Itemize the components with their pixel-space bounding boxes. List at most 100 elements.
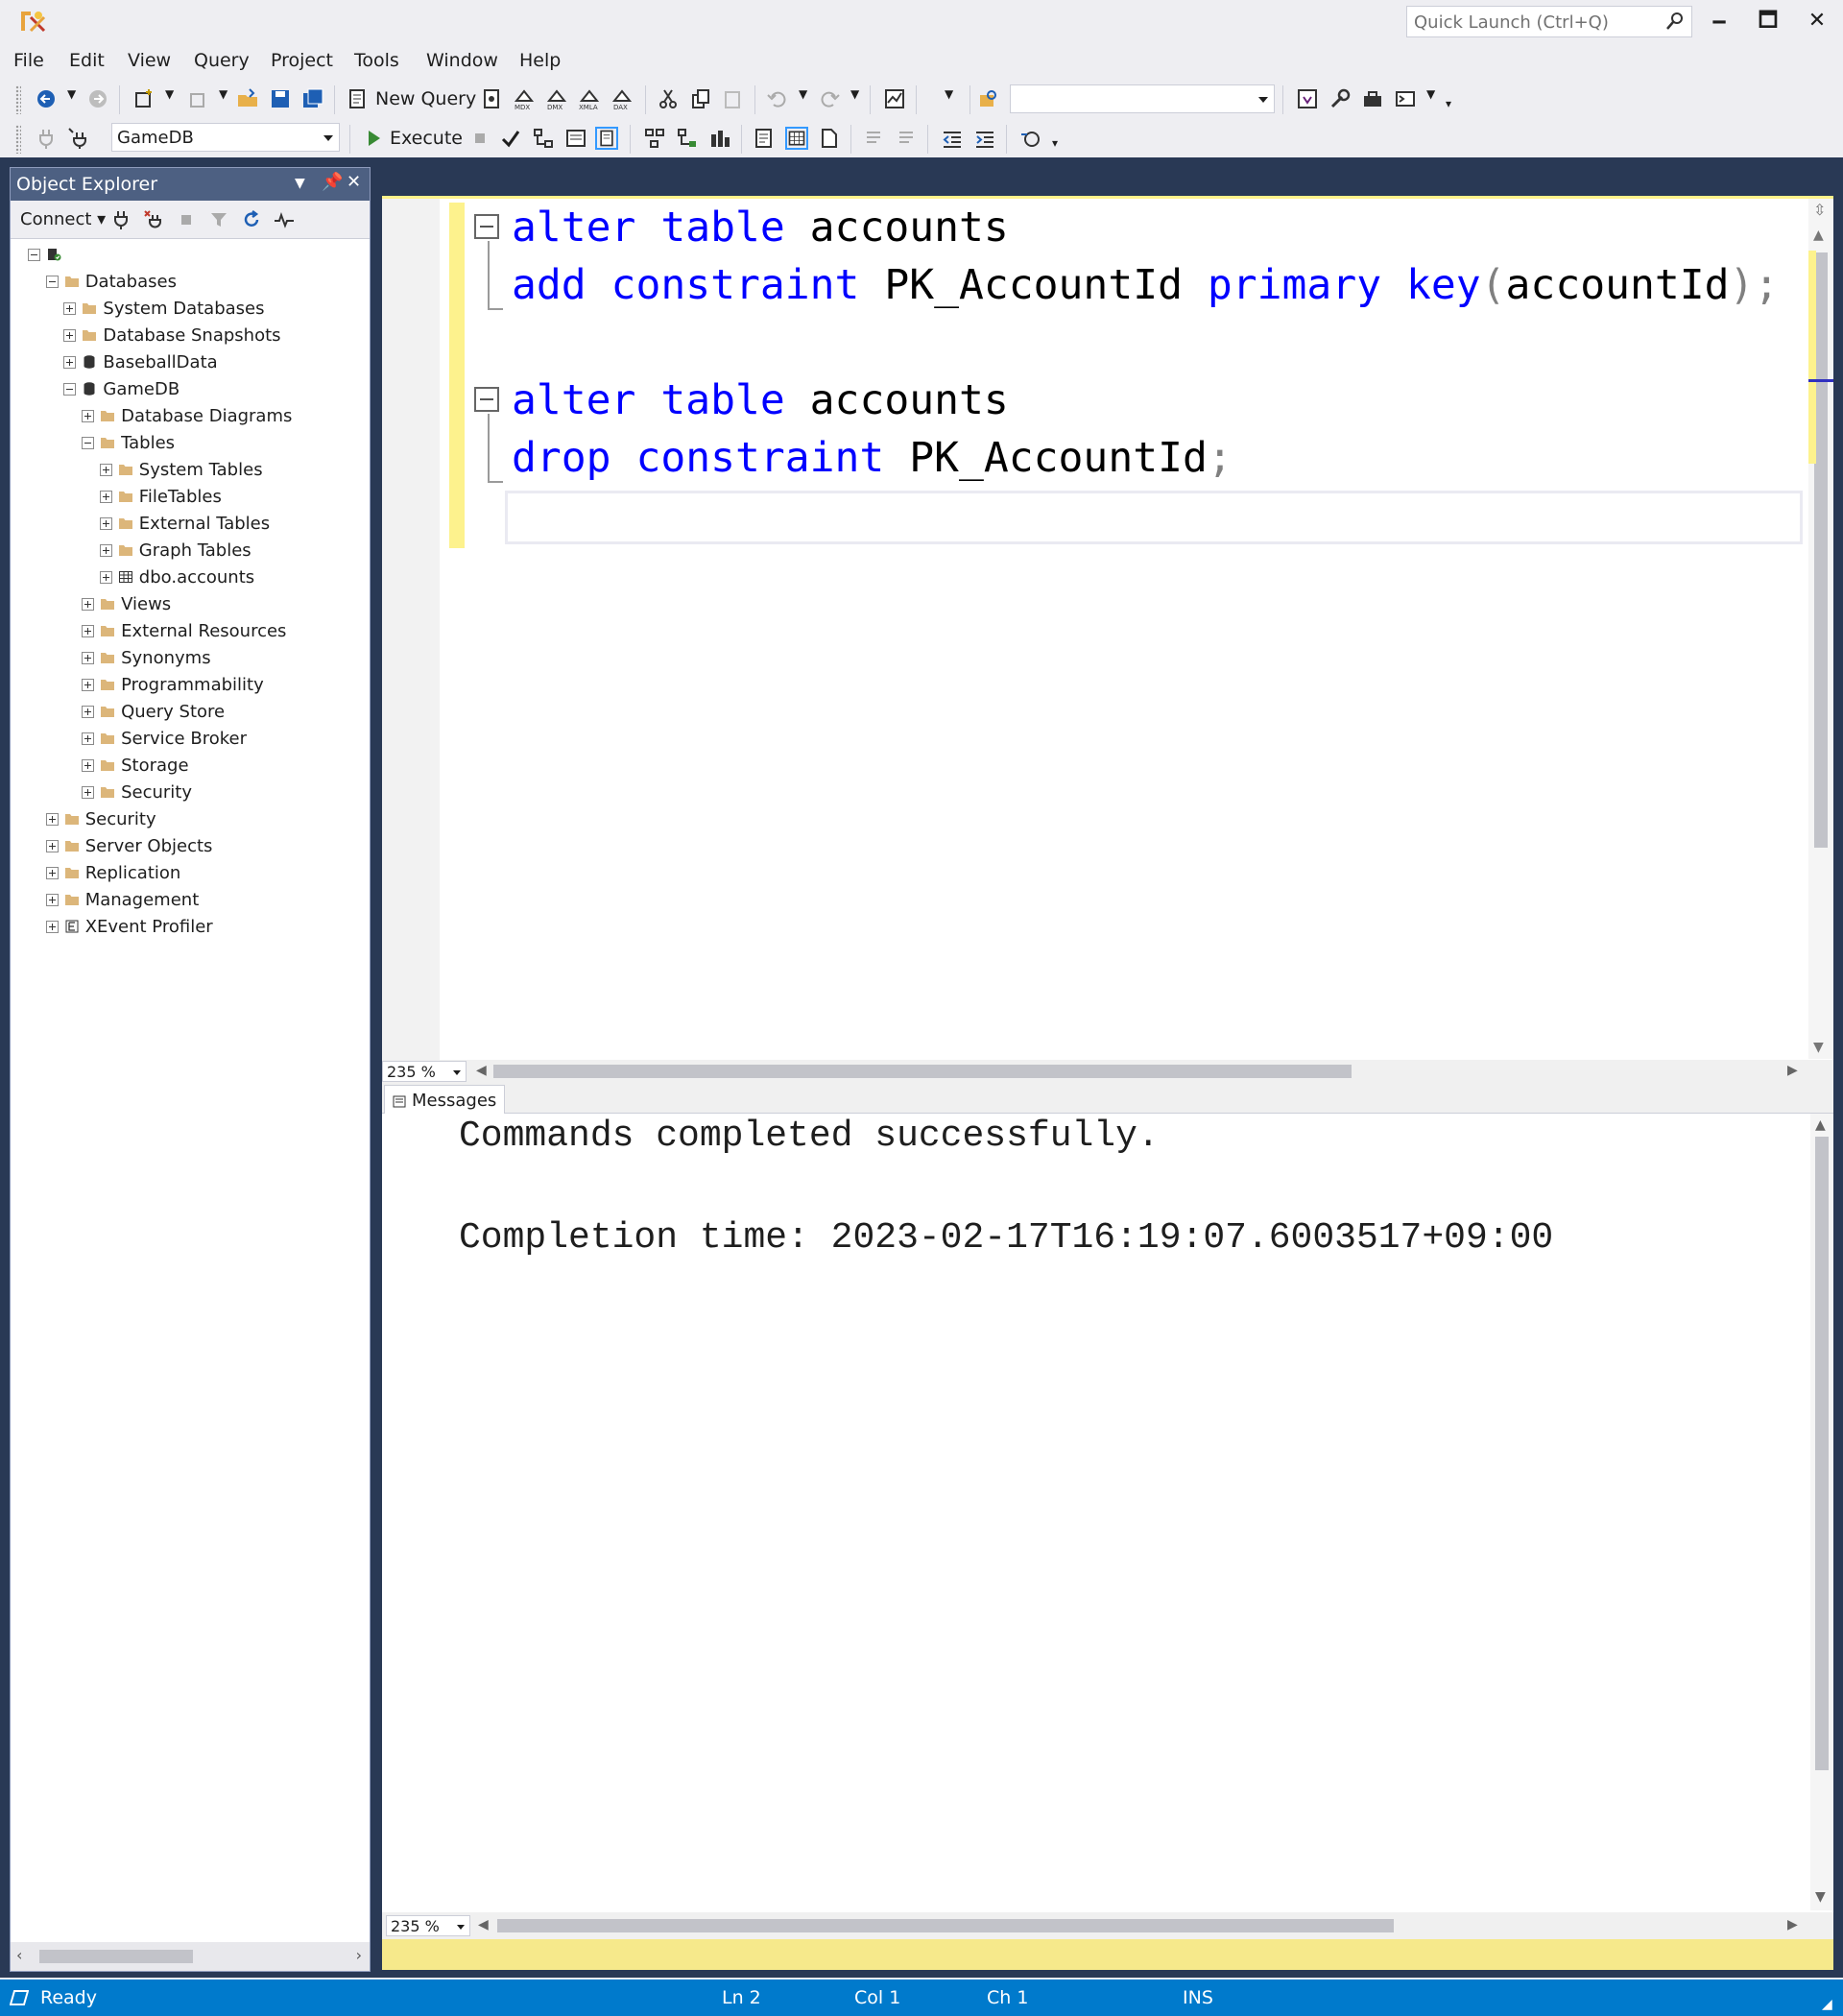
save-icon[interactable] <box>269 87 292 110</box>
mdx-query-icon[interactable]: MDX <box>513 87 536 110</box>
results-to-file-icon[interactable] <box>818 127 841 150</box>
display-estimated-plan-icon[interactable] <box>532 127 555 150</box>
new-query-button[interactable]: New Query <box>375 88 476 109</box>
tree-node[interactable]: Database Diagrams <box>82 402 292 429</box>
expand-node-icon[interactable] <box>99 543 112 557</box>
connect-plug-icon[interactable] <box>35 127 58 150</box>
expand-node-icon[interactable] <box>82 758 95 772</box>
undo-icon[interactable] <box>766 87 789 110</box>
auto-hide-pin-icon[interactable]: 📌 <box>322 172 343 192</box>
expand-node-icon[interactable] <box>99 570 112 584</box>
paste-icon[interactable] <box>722 87 745 110</box>
close-panel-icon[interactable]: ✕ <box>347 172 361 192</box>
command-window-dropdown-icon[interactable]: ▼ <box>1426 87 1435 101</box>
menu-file[interactable]: File <box>13 50 44 71</box>
results-vertical-scrollbar[interactable]: ▲ ▼ <box>1810 1114 1833 1910</box>
uncomment-lines-icon[interactable] <box>895 127 918 150</box>
save-all-icon[interactable] <box>301 87 324 110</box>
dax-query-icon[interactable]: DAX <box>610 87 634 110</box>
scroll-right-icon[interactable]: ▶ <box>1787 1917 1798 1932</box>
expand-node-icon[interactable] <box>63 355 77 369</box>
expand-node-icon[interactable] <box>99 490 112 503</box>
comment-lines-icon[interactable] <box>862 127 885 150</box>
close-window-button[interactable]: ✕ <box>1794 4 1840 38</box>
database-engine-query-icon[interactable] <box>480 87 503 110</box>
expand-node-icon[interactable] <box>63 328 77 342</box>
specify-template-parameters-icon[interactable] <box>1019 127 1042 150</box>
undo-dropdown-icon[interactable]: ▼ <box>799 87 807 101</box>
tree-node[interactable]: XEvent Profiler <box>45 913 213 940</box>
scroll-left-icon[interactable]: ◀ <box>478 1917 489 1932</box>
resize-grip-icon[interactable]: ◢ <box>1822 1997 1832 2012</box>
expand-node-icon[interactable] <box>45 866 59 879</box>
expand-node-icon[interactable] <box>99 463 112 476</box>
expand-node-icon[interactable] <box>82 651 95 664</box>
scrollbar-thumb[interactable] <box>1815 1137 1829 1770</box>
menu-view[interactable]: View <box>128 50 171 71</box>
tree-node[interactable]: External Resources <box>82 617 286 644</box>
tree-node[interactable]: Programmability <box>82 671 264 698</box>
scroll-down-icon[interactable]: ▼ <box>1815 1889 1826 1905</box>
scroll-right-icon[interactable]: ▶ <box>1787 1063 1798 1078</box>
scroll-down-icon[interactable]: ▼ <box>1813 1040 1824 1055</box>
expand-node-icon[interactable] <box>82 409 95 422</box>
toolbar-options-icon[interactable]: ▾ <box>1052 136 1058 150</box>
decrease-indent-icon[interactable] <box>941 127 964 150</box>
menu-help[interactable]: Help <box>519 50 561 71</box>
minimize-button[interactable]: 🗕 <box>1696 4 1742 38</box>
expand-node-icon[interactable] <box>99 516 112 530</box>
refresh-icon[interactable] <box>241 209 262 230</box>
editor-zoom-combo[interactable]: 235 % <box>382 1061 467 1082</box>
redo-icon[interactable] <box>818 87 841 110</box>
back-dropdown-icon[interactable]: ▼ <box>67 87 76 101</box>
scroll-right-icon[interactable]: › <box>356 1946 362 1964</box>
chevron-down-icon[interactable] <box>453 1070 461 1075</box>
cut-icon[interactable] <box>657 87 680 110</box>
redo-dropdown-icon[interactable]: ▼ <box>850 87 859 101</box>
expand-node-icon[interactable] <box>82 785 95 799</box>
filter-icon[interactable] <box>208 209 229 230</box>
expand-node-icon[interactable] <box>82 732 95 745</box>
toolbar-options-icon[interactable]: ▾ <box>1446 97 1451 110</box>
results-horizontal-scrollbar-thumb[interactable] <box>497 1919 1394 1932</box>
new-project-icon[interactable] <box>132 87 156 110</box>
expand-node-icon[interactable] <box>45 893 59 906</box>
tree-node[interactable]: Service Broker <box>82 725 247 752</box>
toolbar-grip[interactable] <box>15 85 21 114</box>
activity-monitor-icon[interactable] <box>883 87 906 110</box>
execute-play-icon[interactable] <box>363 127 386 150</box>
tree-node[interactable]: Database Snapshots <box>63 322 281 348</box>
tree-node[interactable]: GameDB <box>63 375 180 402</box>
intellisense-enabled-icon[interactable] <box>595 127 618 150</box>
scrollbar-thumb[interactable] <box>1814 252 1828 848</box>
add-item-icon[interactable] <box>186 87 209 110</box>
tree-node[interactable]: FileTables <box>99 483 222 510</box>
expand-node-icon[interactable] <box>82 624 95 637</box>
find-combo[interactable] <box>1010 84 1275 113</box>
new-query-icon[interactable] <box>346 87 369 110</box>
editor-vertical-scrollbar[interactable]: ⇳ ▲ ▼ <box>1808 199 1833 1059</box>
scroll-left-icon[interactable]: ◀ <box>476 1063 487 1078</box>
expand-node-icon[interactable] <box>63 301 77 315</box>
tree-node[interactable]: System Databases <box>63 295 265 322</box>
tree-node[interactable]: Replication <box>45 859 180 886</box>
query-editor[interactable]: alter table accounts add constraint PK_A… <box>382 196 1833 1061</box>
tree-node[interactable]: Security <box>45 805 156 832</box>
parse-checkmark-icon[interactable] <box>499 127 522 150</box>
object-explorer-horizontal-scrollbar[interactable]: ‹ › <box>11 1942 370 1971</box>
editor-horizontal-scrollbar-thumb[interactable] <box>493 1065 1352 1078</box>
client-statistics-icon[interactable] <box>708 127 731 150</box>
add-item-dropdown-icon[interactable]: ▼ <box>219 87 227 101</box>
messages-tab[interactable]: Messages <box>384 1085 506 1114</box>
menu-window[interactable]: Window <box>426 50 498 71</box>
xmla-query-icon[interactable]: XMLA <box>578 87 601 110</box>
chevron-down-icon[interactable] <box>1258 97 1268 103</box>
forward-icon[interactable] <box>86 87 109 110</box>
collapse-node-icon[interactable] <box>45 275 59 288</box>
disconnect-icon[interactable] <box>143 209 164 230</box>
change-connection-icon[interactable] <box>67 127 90 150</box>
expand-node-icon[interactable] <box>82 597 95 611</box>
solution-explorer-icon[interactable] <box>1296 87 1319 110</box>
scroll-up-icon[interactable]: ▲ <box>1815 1117 1826 1133</box>
tree-node[interactable]: Server Objects <box>45 832 212 859</box>
